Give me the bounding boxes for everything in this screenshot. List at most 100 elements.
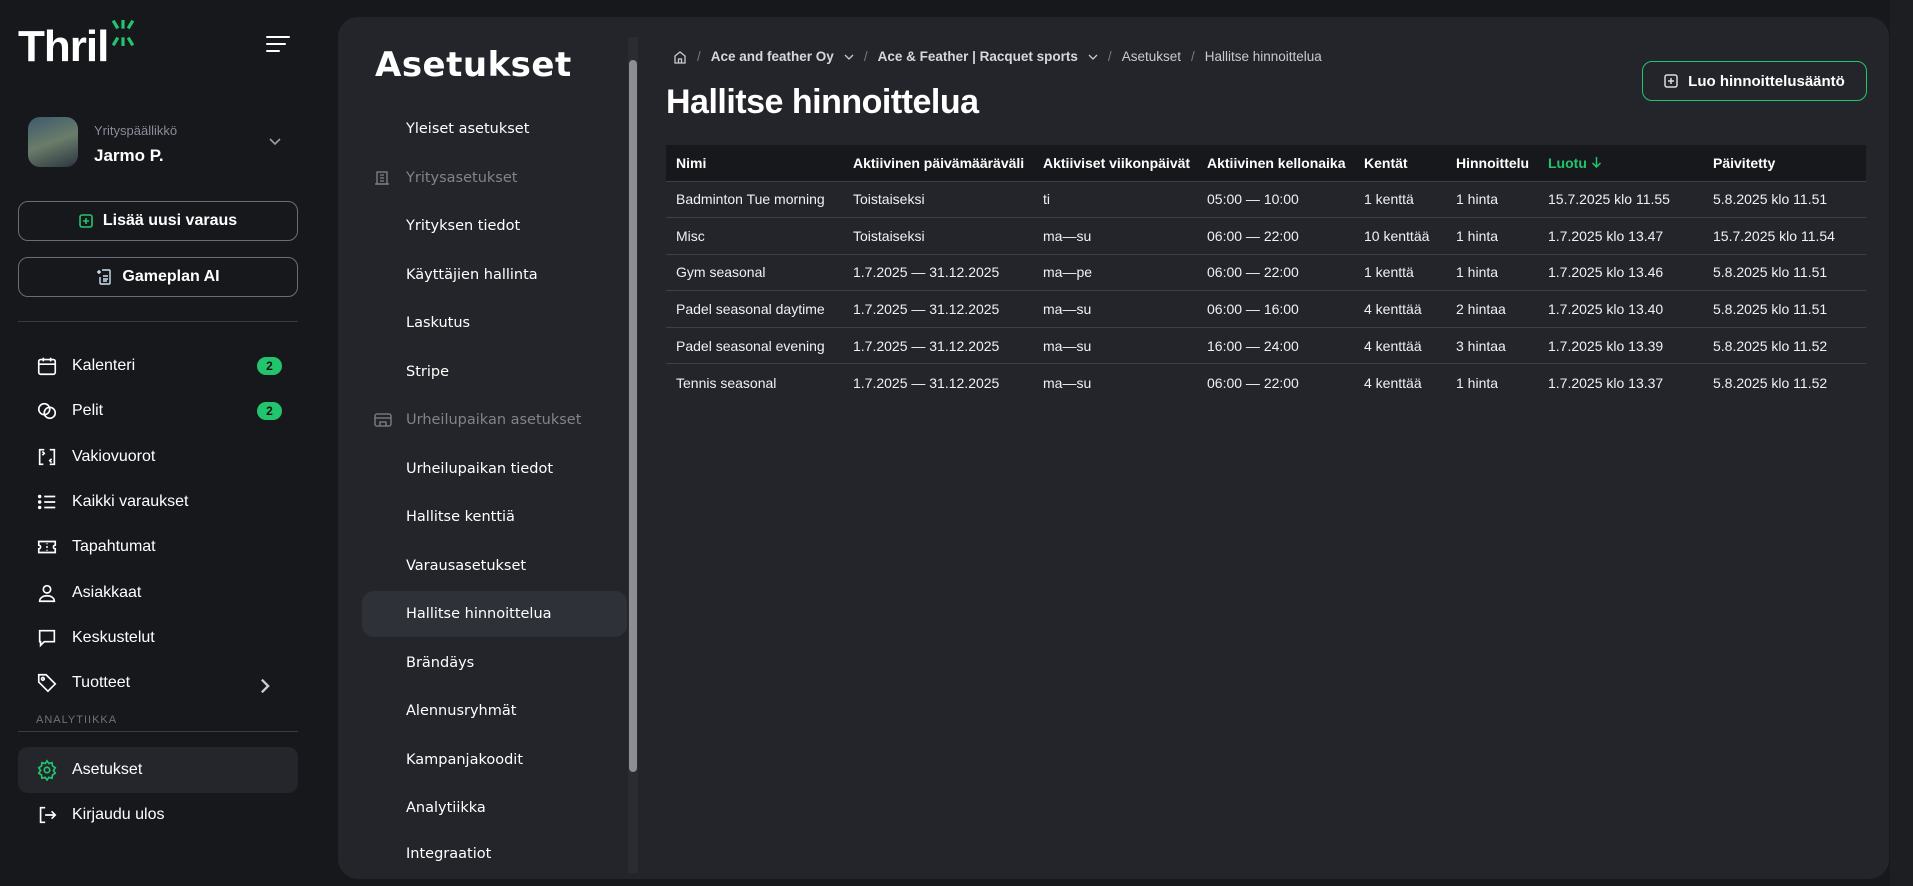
home-icon[interactable] [673, 50, 687, 64]
sidebar-item-tapahtumat[interactable]: Tapahtumat [18, 524, 298, 570]
venue-icon [374, 413, 392, 427]
logout-button[interactable]: Kirjaudu ulos [18, 792, 298, 838]
column-header[interactable]: Kentät [1354, 145, 1446, 182]
column-header[interactable]: Aktiivinen päivämääräväli [843, 145, 1033, 182]
table-cell: 1.7.2025 — 31.12.2025 [843, 327, 1033, 365]
table-cell: ti [1033, 181, 1197, 219]
ai-document-icon [97, 269, 112, 285]
settings-title: Asetukset [375, 45, 572, 85]
tag-icon [37, 674, 57, 693]
list-icon [37, 494, 56, 510]
settings-menu-item[interactable]: Urheilupaikan tiedot [362, 446, 627, 492]
create-pricing-rule-button[interactable]: Luo hinnoittelusääntö [1642, 61, 1867, 101]
table-cell: 1 hinta [1446, 217, 1538, 255]
user-role: Yrityspäällikkö [94, 123, 178, 138]
table-cell: 5.8.2025 klo 11.52 [1713, 374, 1828, 391]
sidebar-item-kaikki-varaukset[interactable]: Kaikki varaukset [18, 479, 298, 525]
section-label-analytics: ANALYTIIKKA [36, 714, 118, 726]
sidebar-item-keskustelut[interactable]: Keskustelut [18, 615, 298, 661]
table-cell: 06:00 — 22:00 [1197, 254, 1354, 292]
sidebar-item-label: Pelit [72, 402, 104, 420]
table-row[interactable]: Tennis seasonal 1.7.2025 — 31.12.2025 ma—s… [666, 364, 1866, 401]
settings-menu-item[interactable]: Yleiset asetukset [362, 106, 627, 152]
breadcrumb-venue[interactable]: Ace & Feather | Racquet sports [878, 49, 1078, 64]
table-cell: 15.7.2025 klo 11.54 [1703, 217, 1866, 255]
settings-menu-item[interactable]: Yrityksen tiedot [362, 203, 627, 249]
settings-menu-item[interactable]: Alennusryhmät [362, 688, 627, 734]
sidebar-item-vakiovuorot[interactable]: Vakiovuorot [18, 434, 298, 480]
column-header[interactable]: Päivitetty [1703, 145, 1866, 182]
table-cell: 1.7.2025 klo 13.47 [1538, 217, 1703, 255]
table-cell: 1.7.2025 klo 13.40 [1538, 290, 1703, 328]
table-cell: 1 kenttä [1354, 181, 1446, 219]
settings-menu-item[interactable]: Laskutus [362, 300, 627, 346]
table-cell: 4 kenttää [1354, 327, 1446, 365]
sidebar-item-label: Kalenteri [72, 357, 136, 374]
table-row[interactable]: Misc Toistaiseksi ma—su 06:00 — 22:00 10 ken… [666, 217, 1866, 255]
divider [18, 321, 298, 322]
table-cell: Tennis seasonal [676, 374, 777, 391]
column-header[interactable]: Aktiiviset viikonpäivät [1033, 145, 1197, 182]
settings-menu-item[interactable]: Stripe [362, 349, 627, 395]
sidebar: Thril Yrityspäällikkö Jarmo P. Lisää uus… [0, 0, 320, 886]
settings-menu-item[interactable]: Kampanjakoodit [362, 737, 627, 783]
gameplan-ai-button[interactable]: Gameplan AI [18, 257, 298, 297]
table-cell: 5.8.2025 klo 11.52 [1703, 327, 1866, 365]
table-cell: 06:00 — 22:00 [1207, 374, 1299, 391]
table-cell: 16:00 — 24:00 [1197, 327, 1354, 365]
table-cell: 1.7.2025 — 31.12.2025 [853, 374, 1000, 391]
chevron-down-icon[interactable] [268, 134, 282, 148]
thril-logo[interactable]: Thril [18, 20, 136, 72]
settings-menu-item[interactable]: Brändäys [362, 640, 627, 686]
breadcrumb-company[interactable]: Ace and feather Oy [711, 49, 834, 64]
breadcrumb-settings[interactable]: Asetukset [1122, 49, 1181, 64]
table-cell: 4 kenttää [1354, 290, 1446, 328]
sidebar-item-asiakkaat[interactable]: Asiakkaat [18, 570, 298, 616]
gear-icon [37, 759, 57, 781]
sidebar-item-settings[interactable]: Asetukset [18, 747, 298, 793]
table-cell: ma—su [1033, 290, 1197, 328]
table-cell: 1 hinta [1446, 254, 1538, 292]
table-cell: 3 hintaa [1446, 327, 1538, 365]
table-row[interactable]: Padel seasonal evening 1.7.2025 — 31.12.2… [666, 327, 1866, 365]
settings-menu-item[interactable]: Hallitse kenttiä [362, 494, 627, 540]
table-cell: Toistaiseksi [843, 181, 1033, 219]
table-cell: 1.7.2025 — 31.12.2025 [843, 254, 1033, 292]
column-header[interactable]: Aktiivinen kellonaika [1197, 145, 1354, 182]
sidebar-item-label: Asiakkaat [72, 583, 142, 601]
sidebar-item-kalenteri[interactable]: Kalenteri 2 [18, 343, 298, 389]
calendar-icon [37, 357, 57, 376]
column-header[interactable]: Hinnoittelu [1446, 145, 1538, 182]
new-booking-button[interactable]: Lisää uusi varaus [18, 201, 298, 241]
scrollbar-thumb[interactable] [629, 60, 637, 772]
sort-desc-arrow-icon [1591, 156, 1601, 168]
settings-menu-item[interactable]: Analytiikka [362, 785, 627, 831]
table-cell: 1 hinta [1446, 181, 1538, 219]
settings-menu-item[interactable]: Käyttäjien hallinta [362, 252, 627, 298]
table-row[interactable]: Padel seasonal daytime 1.7.2025 — 31.12.2… [666, 290, 1866, 328]
chevron-right-icon [261, 678, 270, 694]
column-header[interactable]: Nimi [666, 145, 843, 182]
table-cell: 1.7.2025 klo 13.37 [1548, 374, 1664, 391]
settings-menu-item[interactable]: Hallitse hinnoittelua [362, 591, 627, 637]
settings-menu-item[interactable]: Integraatiot [362, 834, 627, 864]
settings-menu-item[interactable]: Varausasetukset [362, 543, 627, 589]
table-row[interactable]: Badminton Tue morning Toistaiseksi ti 05:00… [666, 181, 1866, 219]
table-cell: Toistaiseksi [843, 217, 1033, 255]
table-row[interactable]: Gym seasonal 1.7.2025 — 31.12.2025 ma—pe 06… [666, 254, 1866, 292]
table-cell: 4 kenttää [1364, 374, 1422, 391]
column-header[interactable]: Luotu [1538, 145, 1703, 182]
chevron-down-icon[interactable] [1088, 52, 1098, 62]
table-cell: 1 hinta [1456, 374, 1499, 391]
table-cell: ma—su [1043, 374, 1092, 391]
page-scrollbar-track[interactable] [1890, 0, 1913, 886]
table-cell: 05:00 — 10:00 [1197, 181, 1354, 219]
menu-toggle-button[interactable] [266, 36, 290, 54]
table-cell: 5.8.2025 klo 11.51 [1703, 290, 1866, 328]
user-name: Jarmo P. [94, 146, 164, 165]
sidebar-item-pelit[interactable]: Pelit 2 [18, 388, 298, 434]
sidebar-item-tuotteet[interactable]: Tuotteet [18, 660, 298, 706]
chevron-down-icon[interactable] [844, 52, 854, 62]
sidebar-item-label: Vakiovuorot [72, 447, 156, 465]
sidebar-item-label: Keskustelut [72, 628, 155, 646]
